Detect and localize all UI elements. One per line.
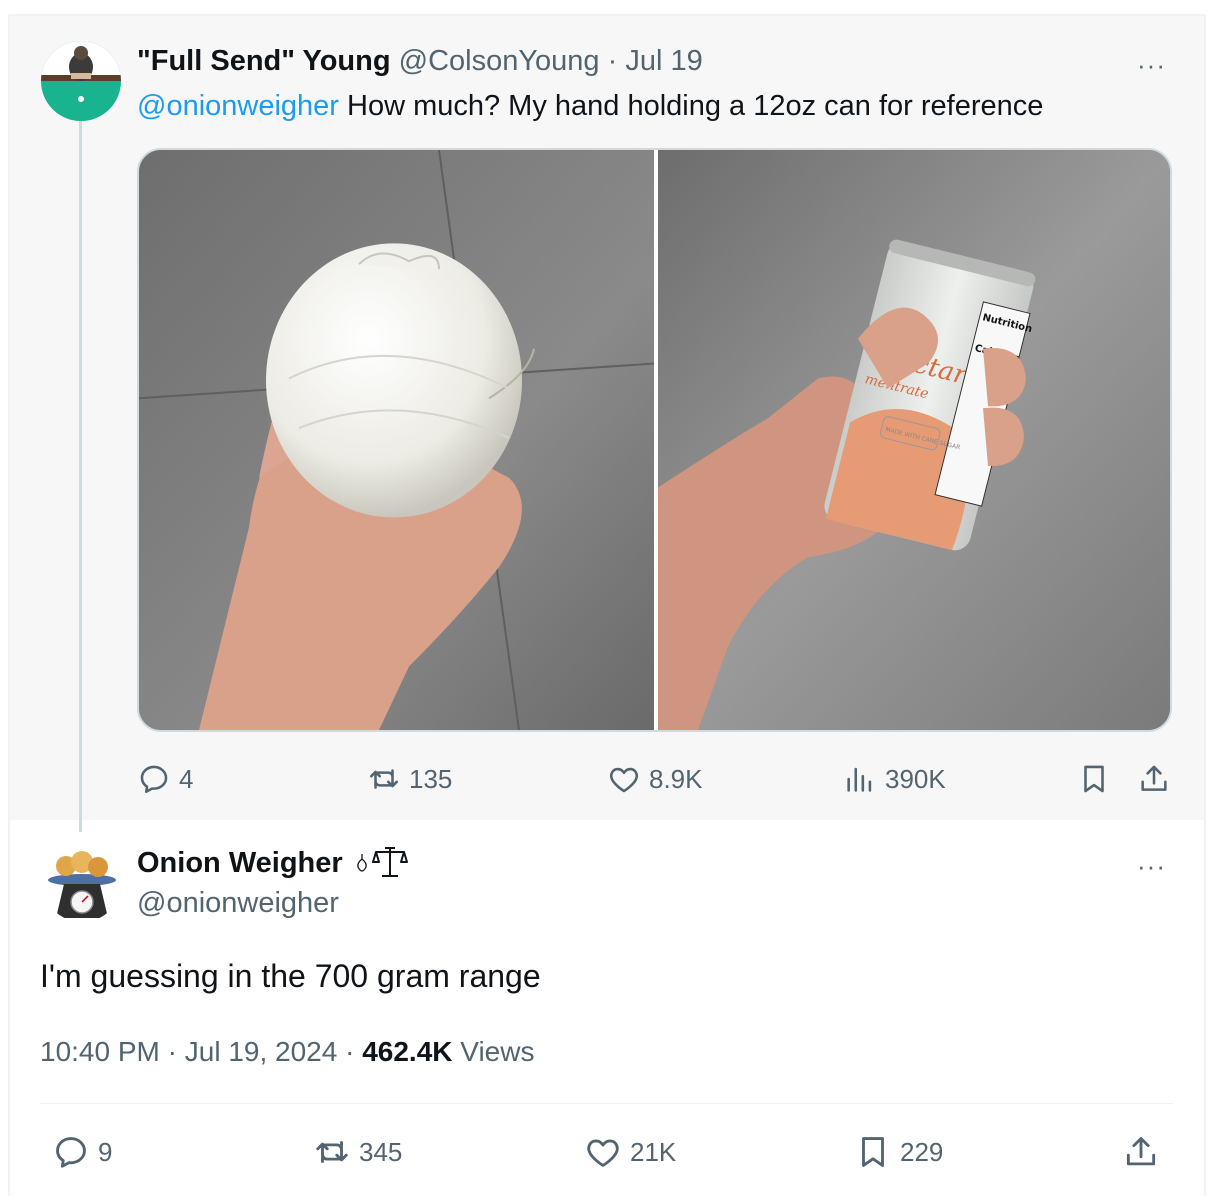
- mention-link[interactable]: @onionweigher: [137, 90, 339, 122]
- reply-share-button[interactable]: [1122, 1131, 1160, 1173]
- parent-share-button[interactable]: [1137, 758, 1171, 800]
- bookmark-icon: [1084, 765, 1104, 793]
- reply-views-count[interactable]: 462.4K: [362, 1036, 452, 1067]
- reply-avatar[interactable]: [42, 842, 122, 922]
- parent-header: "Full Send" Young @ColsonYoung · Jul 19: [137, 42, 703, 80]
- reply-icon: [140, 765, 168, 794]
- like-icon: [609, 767, 639, 793]
- onion-scale-avatar-image: [42, 842, 122, 922]
- parent-repost-button[interactable]: 135: [367, 758, 452, 800]
- onion-in-hand-photo[interactable]: [139, 150, 654, 730]
- reply-like-button[interactable]: 21K: [584, 1131, 676, 1173]
- parent-action-bar: 4 135 8.9K 390K: [137, 758, 1177, 800]
- reply-views-label: Views: [452, 1036, 535, 1067]
- parent-text-body: How much? My hand holding a 12oz can for…: [338, 90, 1044, 122]
- reply-handle[interactable]: @onionweigher: [137, 884, 339, 922]
- parent-repost-count: 135: [409, 763, 453, 794]
- reply-reply-count: 9: [98, 1136, 113, 1167]
- parent-handle[interactable]: @ColsonYoung: [399, 45, 600, 77]
- reply-bookmark-button[interactable]: 229: [854, 1131, 943, 1173]
- divider: [40, 1103, 1173, 1104]
- reply-date[interactable]: Jul 19, 2024: [185, 1036, 338, 1067]
- parent-bookmark-button[interactable]: [1077, 758, 1111, 800]
- parent-date[interactable]: Jul 19: [625, 45, 702, 77]
- reply-time[interactable]: 10:40 PM: [40, 1036, 160, 1067]
- reply-display-name[interactable]: Onion Weigher: [137, 844, 343, 882]
- reply-icon: [56, 1137, 86, 1168]
- reply-reply-button[interactable]: 9: [52, 1131, 112, 1173]
- parent-views-count: 390K: [885, 763, 946, 794]
- parent-more-icon[interactable]: ···: [1137, 50, 1166, 81]
- parent-reply-count: 4: [179, 763, 194, 794]
- reply-tweet-text: I'm guessing in the 700 gram range: [40, 958, 541, 994]
- meta-dot-2: ·: [337, 1036, 363, 1067]
- share-icon: [1141, 765, 1167, 791]
- onion-icon: [357, 854, 367, 872]
- reply-action-bar: 9 345 21K 229: [40, 1131, 1180, 1175]
- parent-display-name[interactable]: "Full Send" Young: [137, 45, 391, 77]
- reply-repost-button[interactable]: 345: [313, 1131, 402, 1173]
- repost-icon: [316, 1141, 348, 1163]
- parent-like-count: 8.9K: [649, 763, 703, 794]
- parent-like-button[interactable]: 8.9K: [607, 758, 703, 800]
- media-grid[interactable]: Nectar mentrate Nutrition Calories MADE …: [137, 148, 1172, 732]
- scale-icon: [372, 847, 408, 877]
- parent-tweet-text: @onionweigher How much? My hand holding …: [137, 87, 1043, 125]
- pool-player-avatar-image: [41, 41, 121, 121]
- thread-connector-line: [79, 120, 82, 832]
- reply-like-count: 21K: [630, 1136, 677, 1167]
- reply-name-emojis: [356, 842, 408, 882]
- meta-dot-1: ·: [159, 1036, 185, 1067]
- parent-separator: ·: [607, 45, 618, 77]
- like-icon: [587, 1139, 619, 1167]
- parent-reply-button[interactable]: 4: [137, 758, 193, 800]
- reply-meta: 10:40 PM · Jul 19, 2024 · 462.4K Views: [40, 1033, 534, 1071]
- bookmark-icon: [862, 1137, 884, 1167]
- parent-avatar[interactable]: [41, 41, 121, 121]
- views-icon: [847, 767, 872, 792]
- parent-views-button[interactable]: 390K: [843, 758, 946, 800]
- repost-icon: [369, 769, 399, 789]
- reply-repost-count: 345: [359, 1136, 403, 1167]
- reply-bookmark-count: 229: [900, 1136, 944, 1167]
- can-in-hand-photo[interactable]: Nectar mentrate Nutrition Calories MADE …: [658, 150, 1172, 730]
- reply-more-icon[interactable]: ···: [1137, 851, 1166, 882]
- share-icon: [1126, 1137, 1156, 1166]
